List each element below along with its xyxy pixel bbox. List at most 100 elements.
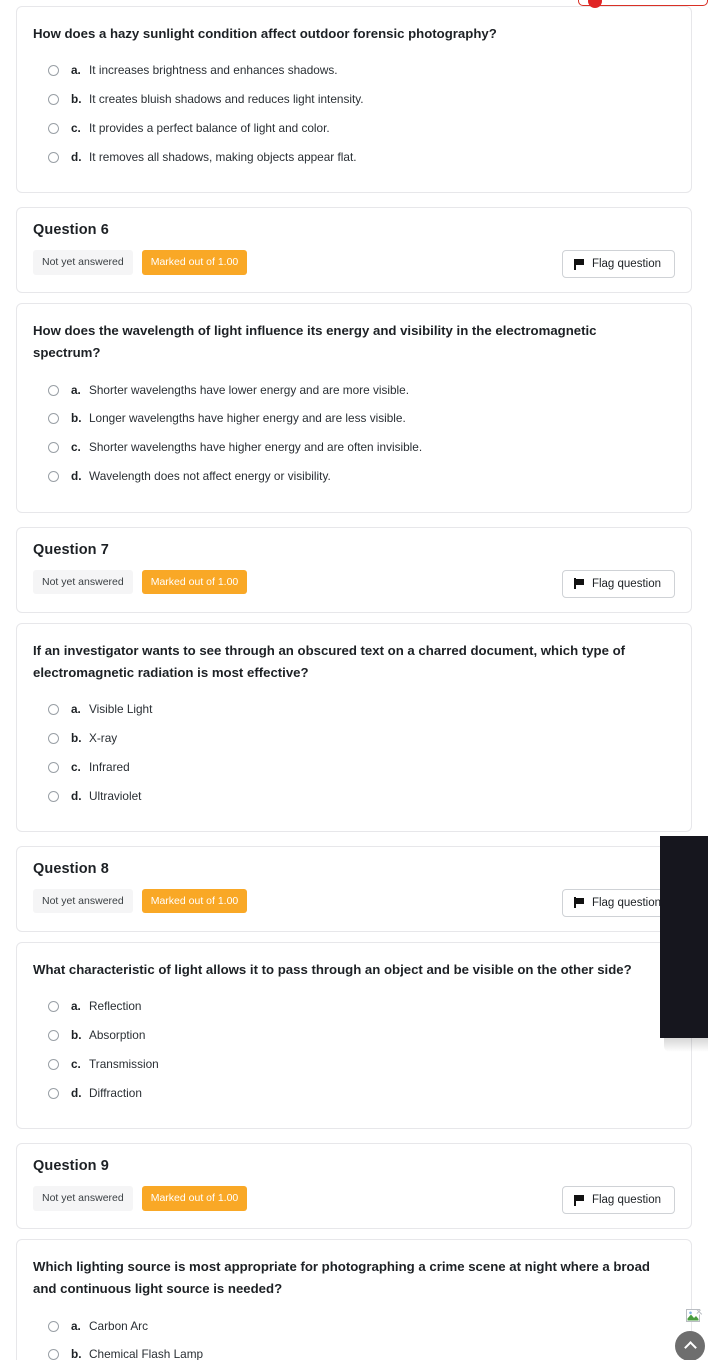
flag-question-button[interactable]: Flag question bbox=[561, 569, 675, 598]
flag-question-button[interactable]: Flag question bbox=[561, 1186, 675, 1215]
answer-text: Chemical Flash Lamp bbox=[89, 1347, 204, 1360]
answer-option[interactable]: a. Reflection bbox=[35, 993, 675, 1022]
answer-radio[interactable] bbox=[48, 1001, 59, 1013]
question-text: Which lighting source is most appropriat… bbox=[33, 1259, 650, 1297]
answer-radio[interactable] bbox=[48, 761, 59, 773]
answer-radio[interactable] bbox=[48, 471, 59, 483]
answer-letter: a. bbox=[71, 999, 81, 1014]
answer-option[interactable]: b. It creates bluish shadows and reduces… bbox=[35, 86, 675, 115]
question-number: Question 8 bbox=[33, 860, 109, 877]
answer-text: Longer wavelengths have higher energy an… bbox=[89, 411, 406, 426]
question-number: Question 7 bbox=[33, 541, 109, 558]
quiz-page: How does a hazy sunlight condition affec… bbox=[0, 0, 708, 1360]
question-text: If an investigator wants to see through … bbox=[33, 642, 626, 680]
answer-text: Wavelength does not affect energy or vis… bbox=[89, 469, 331, 484]
answer-radio[interactable] bbox=[48, 65, 59, 77]
question-number: Question 9 bbox=[33, 1158, 109, 1175]
page-scrollbar[interactable] bbox=[703, 0, 708, 1360]
flag-icon bbox=[573, 258, 584, 270]
answer-radio[interactable] bbox=[48, 152, 59, 164]
answer-text: It creates bluish shadows and reduces li… bbox=[89, 92, 364, 107]
answer-option[interactable]: a. Carbon Arc bbox=[35, 1312, 675, 1341]
screen-recorder-widget[interactable] bbox=[578, 0, 708, 8]
marks-badge: Marked out of 1.00 bbox=[141, 250, 248, 275]
answer-radio[interactable] bbox=[48, 94, 59, 106]
answer-option[interactable]: b. Longer wavelengths have higher energy… bbox=[35, 405, 675, 434]
question-header-card: Question 6 Not yet answered Marked out o… bbox=[16, 207, 692, 294]
answer-options: a. Carbon Arc b. Chemical Flash Lamp c. … bbox=[33, 1312, 675, 1360]
flag-icon bbox=[573, 897, 584, 909]
status-badge: Not yet answered bbox=[33, 1186, 133, 1211]
answer-options: a. Shorter wavelengths have lower energy… bbox=[33, 376, 675, 492]
flag-question-label: Flag question bbox=[591, 577, 661, 590]
flag-question-button[interactable]: Flag question bbox=[561, 888, 675, 917]
answer-option[interactable]: d. Ultraviolet bbox=[35, 782, 675, 811]
answer-text: Visible Light bbox=[89, 701, 153, 716]
answer-text: Infrared bbox=[89, 759, 130, 774]
answer-radio[interactable] bbox=[48, 413, 59, 425]
broken-image-icon bbox=[686, 1308, 703, 1325]
scroll-to-top-button[interactable] bbox=[675, 1331, 705, 1360]
marks-badge: Marked out of 1.00 bbox=[141, 888, 248, 914]
answer-radio[interactable] bbox=[48, 1320, 59, 1332]
answer-letter: c. bbox=[71, 440, 81, 455]
answer-text: It increases brightness and enhances sha… bbox=[89, 63, 338, 78]
answer-option[interactable]: d. It removes all shadows, making object… bbox=[35, 144, 675, 173]
answer-text: Reflection bbox=[89, 999, 142, 1014]
chevron-up-icon bbox=[683, 1341, 697, 1354]
status-badge: Not yet answered bbox=[33, 888, 133, 914]
answer-option[interactable]: c. Shorter wavelengths have higher energ… bbox=[35, 434, 675, 463]
answer-letter: d. bbox=[71, 469, 82, 484]
answer-radio[interactable] bbox=[48, 1030, 59, 1042]
answer-option[interactable]: c. It provides a perfect balance of ligh… bbox=[35, 115, 675, 144]
answer-option[interactable]: b. Chemical Flash Lamp bbox=[35, 1341, 675, 1360]
answer-radio[interactable] bbox=[48, 123, 59, 135]
answer-text: Absorption bbox=[89, 1028, 146, 1043]
answer-option[interactable]: b. X-ray bbox=[35, 724, 675, 753]
dark-overlay-panel[interactable] bbox=[660, 836, 708, 1038]
answer-letter: a. bbox=[71, 382, 81, 397]
question-text: What characteristic of light allows it t… bbox=[33, 961, 632, 977]
answer-text: Transmission bbox=[89, 1057, 159, 1072]
answer-letter: b. bbox=[71, 730, 82, 745]
question-text: How does a hazy sunlight condition affec… bbox=[33, 26, 497, 41]
answer-options: a. It increases brightness and enhances … bbox=[33, 57, 675, 173]
answer-option[interactable]: c. Infrared bbox=[35, 753, 675, 782]
answer-radio[interactable] bbox=[48, 384, 59, 396]
answer-radio[interactable] bbox=[48, 442, 59, 454]
answer-radio[interactable] bbox=[48, 790, 59, 802]
answer-text: Diffraction bbox=[89, 1086, 142, 1101]
question-body-card: How does the wavelength of light influen… bbox=[16, 303, 692, 513]
answer-letter: a. bbox=[71, 701, 81, 716]
marks-badge: Marked out of 1.00 bbox=[141, 569, 248, 595]
answer-option[interactable]: b. Absorption bbox=[35, 1022, 675, 1051]
answer-option[interactable]: d. Wavelength does not affect energy or … bbox=[35, 463, 675, 492]
flag-question-button[interactable]: Flag question bbox=[561, 250, 675, 279]
answer-text: Shorter wavelengths have lower energy an… bbox=[89, 382, 409, 397]
answer-letter: d. bbox=[71, 1086, 82, 1101]
question-body-card: If an investigator wants to see through … bbox=[16, 622, 692, 832]
answer-options: a. Visible Light b. X-ray c. Infrared d.… bbox=[33, 695, 675, 811]
answer-radio[interactable] bbox=[48, 1088, 59, 1100]
marks-badge: Marked out of 1.00 bbox=[141, 1186, 248, 1211]
answer-letter: c. bbox=[71, 759, 81, 774]
answer-radio[interactable] bbox=[48, 732, 59, 744]
answer-radio[interactable] bbox=[48, 1349, 59, 1360]
answer-text: X-ray bbox=[89, 730, 118, 745]
flag-question-label: Flag question bbox=[591, 1194, 661, 1207]
answer-letter: a. bbox=[71, 1318, 81, 1333]
answer-text: Ultraviolet bbox=[89, 788, 142, 803]
answer-text: Carbon Arc bbox=[89, 1318, 149, 1333]
answer-option[interactable]: a. Visible Light bbox=[35, 695, 675, 724]
answer-radio[interactable] bbox=[48, 1059, 59, 1071]
answer-letter: c. bbox=[71, 121, 81, 136]
answer-option[interactable]: a. It increases brightness and enhances … bbox=[35, 57, 675, 86]
answer-text: It removes all shadows, making objects a… bbox=[89, 150, 357, 165]
answer-options: a. Reflection b. Absorption c. Transmiss… bbox=[33, 993, 675, 1109]
answer-option[interactable]: c. Transmission bbox=[35, 1051, 675, 1080]
answer-option[interactable]: a. Shorter wavelengths have lower energy… bbox=[35, 376, 675, 405]
answer-option[interactable]: d. Diffraction bbox=[35, 1080, 675, 1109]
question-header-card: Question 7 Not yet answered Marked out o… bbox=[16, 526, 692, 613]
question-header-card: Question 9 Not yet answered Marked out o… bbox=[16, 1143, 692, 1230]
answer-radio[interactable] bbox=[48, 703, 59, 715]
